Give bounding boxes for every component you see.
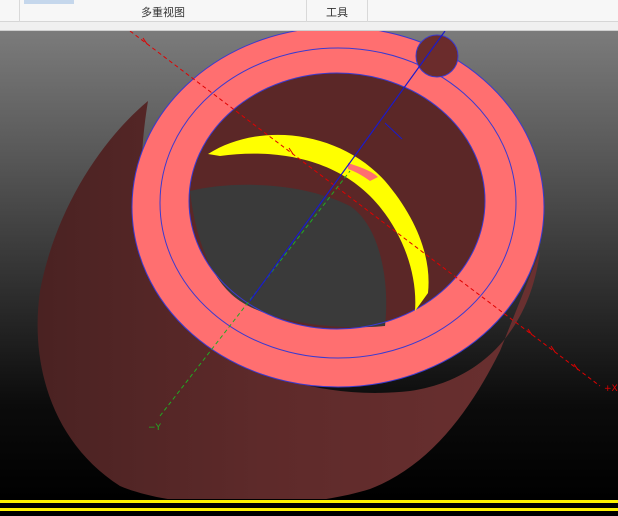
ribbon-group-tools[interactable]: 工具	[307, 0, 368, 22]
3d-viewport[interactable]: +X −Y	[0, 31, 618, 499]
ribbon-bar: 多重视图 工具	[0, 0, 618, 22]
status-stripe-bottom	[0, 508, 618, 511]
status-stripe-top	[0, 500, 618, 503]
status-bar	[0, 499, 618, 516]
3d-scene[interactable]: +X −Y	[0, 31, 618, 499]
app-window: 多重视图 工具 +X −Y	[0, 0, 618, 516]
ribbon-group-multiview[interactable]: 多重视图	[20, 0, 307, 22]
ribbon-group-multiview-label: 多重视图	[141, 6, 185, 19]
ribbon-group-left	[0, 0, 20, 22]
ribbon-separator	[0, 22, 618, 31]
x-axis-label: +X	[604, 384, 618, 394]
ribbon-group-tools-label: 工具	[326, 6, 348, 19]
y-axis-label: −Y	[148, 423, 162, 433]
